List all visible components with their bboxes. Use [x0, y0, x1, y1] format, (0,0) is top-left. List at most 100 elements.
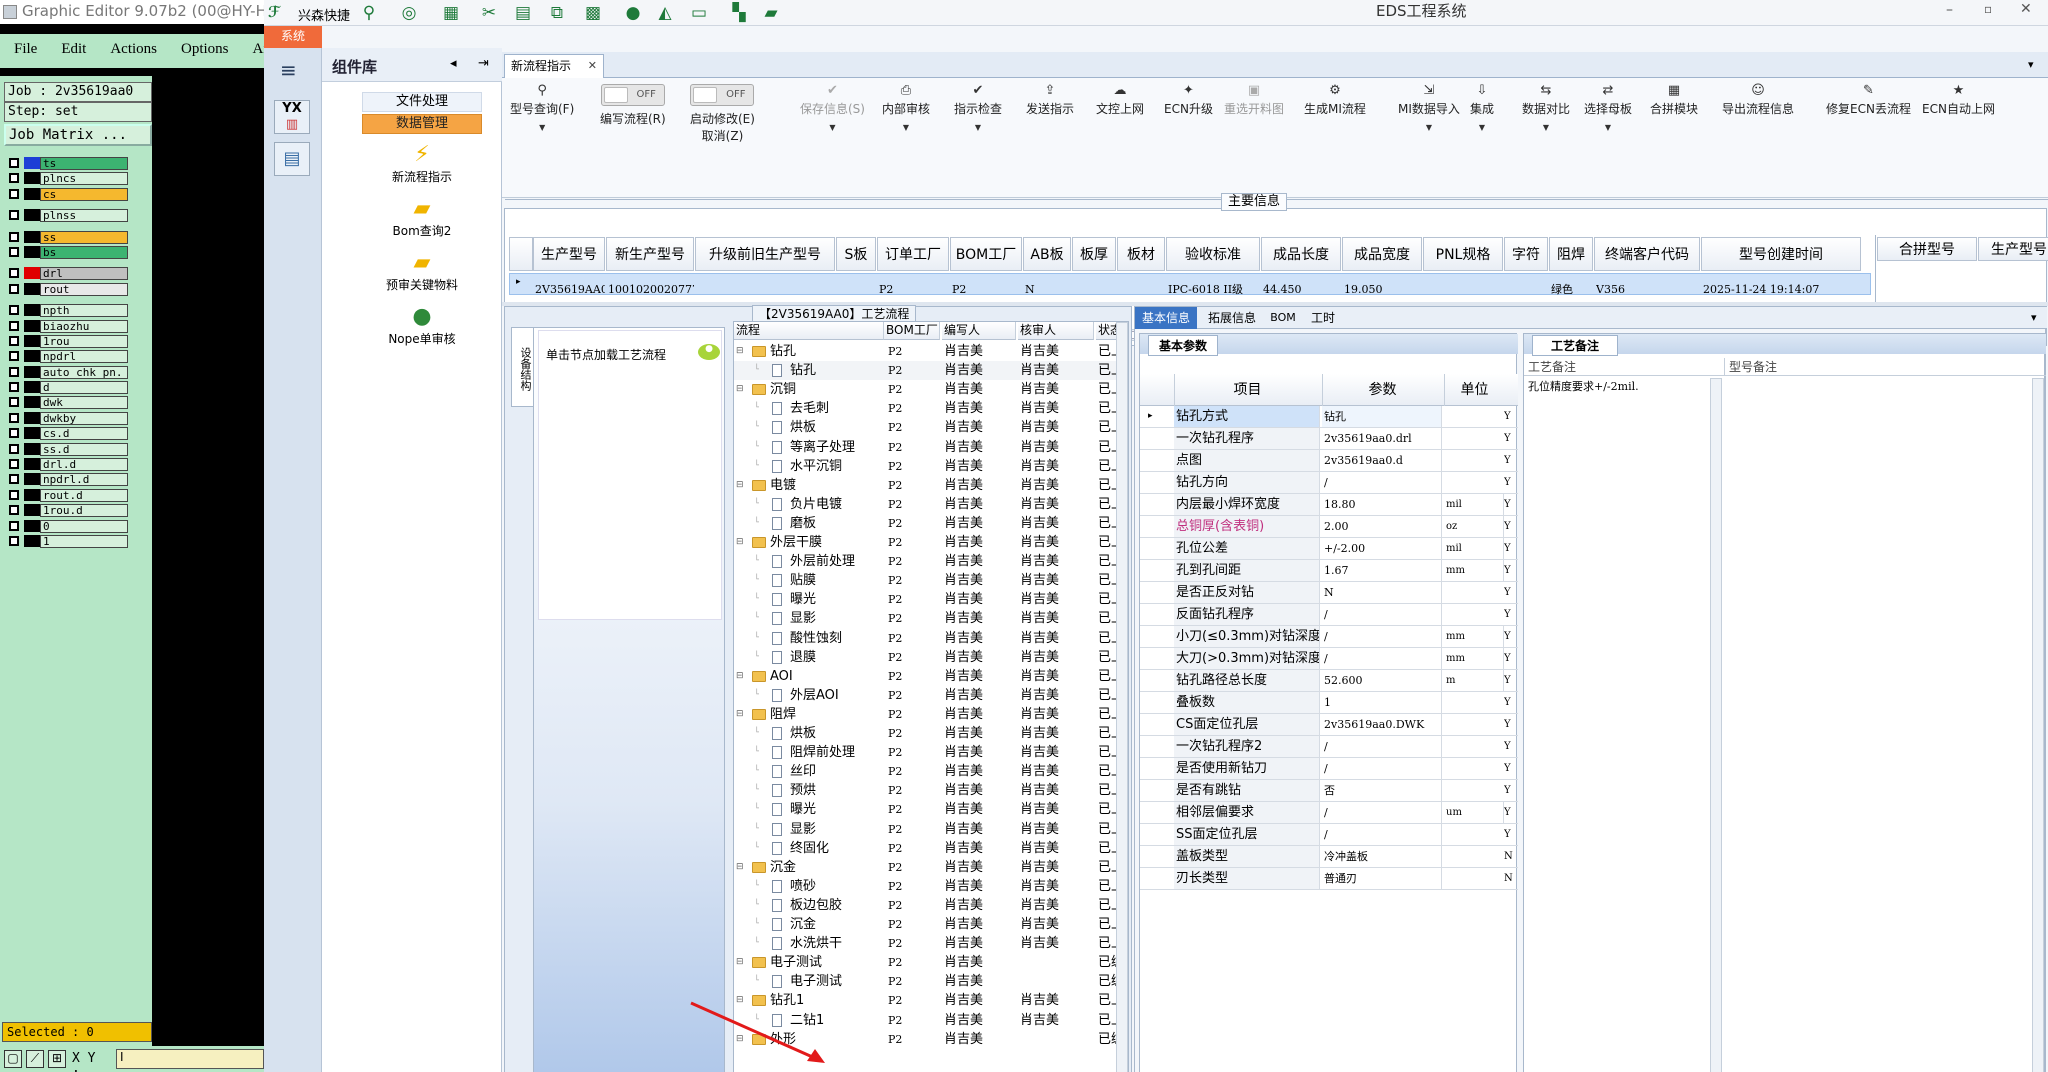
- calculator-icon[interactable]: ▤: [274, 142, 310, 176]
- param-value[interactable]: 冷冲盖板: [1322, 846, 1442, 867]
- system-tab[interactable]: 系统: [264, 26, 322, 48]
- layer-color-swatch[interactable]: [24, 304, 40, 317]
- layer-row[interactable]: bs: [4, 245, 128, 260]
- column-header[interactable]: 生产型号: [533, 237, 605, 271]
- step-field[interactable]: Step: set: [4, 102, 152, 122]
- layer-row[interactable]: npdrl.d: [4, 472, 128, 487]
- layer-row[interactable]: cs: [4, 187, 128, 202]
- param-value[interactable]: /: [1322, 824, 1442, 845]
- layer-name[interactable]: bs: [40, 245, 128, 259]
- param-value[interactable]: /: [1322, 604, 1442, 625]
- layer-color-swatch[interactable]: [24, 319, 40, 332]
- layer-color-swatch[interactable]: [24, 411, 40, 424]
- layer-row[interactable]: plnss: [4, 208, 128, 223]
- dropdown-arrow-icon[interactable]: ▼: [1470, 123, 1494, 132]
- toggle-switch[interactable]: OFF: [600, 84, 665, 106]
- flow-row[interactable]: └ 水平沉铜 P2 肖吉美 肖吉美 已上网: [734, 457, 1128, 476]
- dropdown-arrow-icon[interactable]: ▼: [1522, 123, 1570, 132]
- layer-checkbox[interactable]: [9, 158, 19, 168]
- flow-row[interactable]: └ 退膜 P2 肖吉美 肖吉美 已上网: [734, 648, 1128, 667]
- layer-checkbox[interactable]: [9, 320, 19, 331]
- flow-row[interactable]: └ 电子测试 P2 肖吉美 已编写: [734, 972, 1128, 991]
- layer-color-swatch[interactable]: [24, 209, 40, 222]
- layer-checkbox[interactable]: [9, 305, 19, 316]
- flow-row[interactable]: └ 外层AOI P2 肖吉美 肖吉美 已上网: [734, 686, 1128, 705]
- layer-row[interactable]: dwk: [4, 395, 128, 410]
- flow-row[interactable]: └ 磨板 P2 肖吉美 肖吉美 已上网: [734, 514, 1128, 533]
- flow-row[interactable]: └ 贴膜 P2 肖吉美 肖吉美 已上网: [734, 571, 1128, 590]
- param-row[interactable]: 盖板类型 冷冲盖板 N: [1140, 846, 1518, 868]
- collapse-toggle-icon[interactable]: ⊟: [736, 342, 744, 361]
- dropdown-arrow-icon[interactable]: ▼: [1584, 123, 1632, 132]
- layer-row[interactable]: npdrl: [4, 349, 128, 364]
- layer-row[interactable]: drl.d: [4, 457, 128, 472]
- layer-checkbox[interactable]: [9, 173, 19, 184]
- param-value[interactable]: /: [1322, 736, 1442, 757]
- column-header[interactable]: 字符: [1504, 237, 1548, 271]
- menu-options[interactable]: Options: [181, 41, 229, 58]
- layer-checkbox[interactable]: [9, 397, 19, 408]
- scissors-icon[interactable]: ✂: [478, 3, 500, 23]
- collapse-toggle-icon[interactable]: ⊟: [736, 667, 744, 686]
- layer-checkbox[interactable]: [9, 535, 19, 546]
- grid-cell[interactable]: 10010200207774: [608, 281, 694, 299]
- param-value[interactable]: /: [1322, 626, 1442, 647]
- user-icon[interactable]: ●: [622, 3, 644, 23]
- grid-cell[interactable]: 2025-11-24 19:14:07: [1703, 281, 1861, 299]
- grid-cell[interactable]: [1506, 281, 1548, 299]
- layer-name[interactable]: 1rou.d: [40, 504, 128, 518]
- layer-row[interactable]: 1: [4, 534, 128, 549]
- layer-row[interactable]: dwkby: [4, 411, 128, 426]
- nav-group-file[interactable]: 文件处理: [362, 92, 482, 112]
- side-column-header[interactable]: 生产型号: [1978, 237, 2048, 261]
- param-value[interactable]: 52.600: [1322, 670, 1442, 691]
- layer-checkbox[interactable]: [9, 188, 19, 199]
- layer-name[interactable]: ss: [40, 230, 128, 244]
- monitor-icon[interactable]: ▭: [688, 3, 710, 23]
- layer-row[interactable]: cs.d: [4, 426, 128, 441]
- nav-item[interactable]: ▰ 预审关键物料: [352, 250, 492, 300]
- layer-row[interactable]: 0: [4, 519, 128, 534]
- flow-row[interactable]: └ 沉金 P2 肖吉美 肖吉美 已上网: [734, 915, 1128, 934]
- param-row[interactable]: CS面定位孔层 2v35619aa0.DWK Y: [1140, 714, 1518, 736]
- flow-row[interactable]: ⊟ 沉铜 P2 肖吉美 肖吉美 已上网: [734, 380, 1128, 399]
- layer-name[interactable]: ss.d: [40, 442, 128, 456]
- flow-row[interactable]: └ 显影 P2 肖吉美 肖吉美 已上网: [734, 820, 1128, 839]
- param-row[interactable]: 反面钻孔程序 / Y: [1140, 604, 1518, 626]
- layer-color-swatch[interactable]: [24, 365, 40, 378]
- flow-row[interactable]: └ 显影 P2 肖吉美 肖吉美 已上网: [734, 609, 1128, 628]
- close-button[interactable]: ✕: [2020, 1, 2032, 17]
- layer-name[interactable]: 1: [40, 534, 128, 548]
- flow-row[interactable]: └ 预烘 P2 肖吉美 肖吉美 已上网: [734, 781, 1128, 800]
- ribbon-button[interactable]: ☁ 文控上网: [1096, 84, 1144, 117]
- collapse-toggle-icon[interactable]: ⊟: [736, 533, 744, 552]
- column-header[interactable]: 订单工厂: [877, 237, 949, 271]
- param-row[interactable]: 内层最小焊环宽度 18.80 mil Y: [1140, 494, 1518, 516]
- grid-cell[interactable]: [1074, 281, 1116, 299]
- layer-color-swatch[interactable]: [24, 350, 40, 363]
- column-header[interactable]: 成品长度: [1261, 237, 1341, 271]
- param-value[interactable]: /: [1322, 758, 1442, 779]
- layer-color-swatch[interactable]: [24, 282, 40, 295]
- column-header[interactable]: 阻焊: [1549, 237, 1593, 271]
- column-header[interactable]: 成品宽度: [1342, 237, 1422, 271]
- layer-name[interactable]: plnss: [40, 209, 128, 223]
- grid-cell[interactable]: V356: [1596, 281, 1700, 299]
- layer-color-swatch[interactable]: [24, 519, 40, 532]
- layer-color-swatch[interactable]: [24, 172, 40, 185]
- process-note-text[interactable]: 孔位精度要求+/-2mil.: [1528, 378, 1718, 394]
- ribbon-button[interactable]: ✔ 保存信息(S) ▼: [800, 84, 865, 133]
- flow-row[interactable]: └ 喷砂 P2 肖吉美 肖吉美 已上网: [734, 877, 1128, 896]
- layer-row[interactable]: auto_chk_pn.: [4, 365, 128, 380]
- table-icon[interactable]: ▦: [440, 3, 462, 23]
- column-header[interactable]: 新生产型号: [606, 237, 694, 271]
- param-value[interactable]: 钻孔: [1322, 406, 1442, 427]
- flow-vertical-scrollbar[interactable]: [1116, 322, 1128, 1072]
- param-value[interactable]: 2v35619aa0.DWK: [1322, 714, 1442, 735]
- param-row[interactable]: 小刀(≤0.3mm)对钻深度 / mm Y: [1140, 626, 1518, 648]
- layer-color-swatch[interactable]: [24, 458, 40, 471]
- layer-name[interactable]: 0: [40, 519, 128, 533]
- dropdown-arrow-icon[interactable]: ▼: [800, 123, 865, 132]
- param-value[interactable]: N: [1322, 582, 1442, 603]
- flow-column-header[interactable]: BOM工厂: [884, 322, 940, 340]
